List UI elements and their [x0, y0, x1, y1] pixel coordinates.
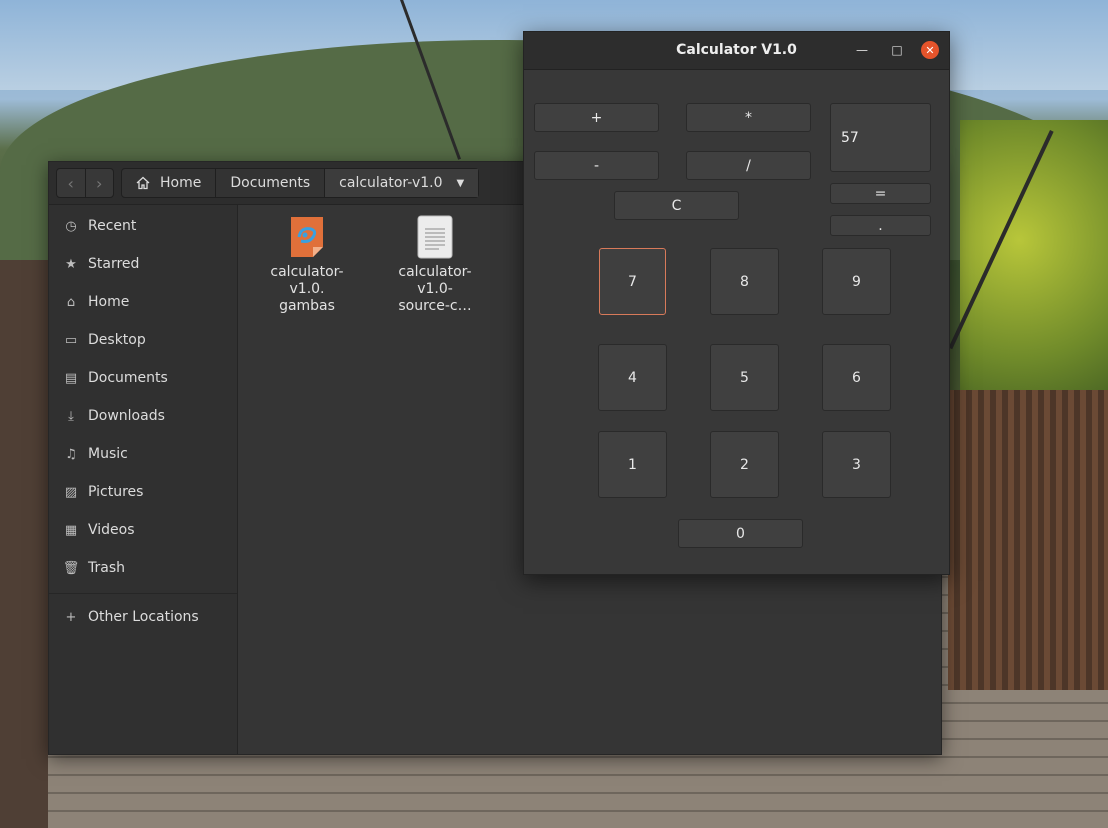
sidebar-item-label: Videos: [88, 522, 135, 538]
desktop-icon: ▭: [64, 332, 78, 348]
navigation-buttons: ‹ ›: [56, 168, 114, 198]
window-title: Calculator V1.0: [676, 42, 797, 58]
home-icon: [136, 176, 150, 190]
sidebar-item-desktop[interactable]: ▭ Desktop: [49, 321, 237, 359]
maximize-icon: □: [891, 43, 903, 57]
decimal-point-button[interactable]: .: [830, 215, 931, 236]
sidebar-item-starred[interactable]: ★ Starred: [49, 245, 237, 283]
chevron-right-icon: ›: [96, 173, 103, 193]
clock-icon: ◷: [65, 218, 77, 234]
sidebar-item-home[interactable]: ⌂ Home: [49, 283, 237, 321]
digit-6-button[interactable]: 6: [822, 344, 891, 411]
sidebar-item-recent[interactable]: ◷ Recent: [49, 207, 237, 245]
close-button[interactable]: ✕: [921, 41, 939, 59]
calculator-window: Calculator V1.0 — □ ✕ + * - / C 57 = . 7…: [523, 31, 950, 575]
equals-button[interactable]: =: [830, 183, 931, 204]
file-name-line: v1.0.: [289, 281, 325, 297]
forward-button[interactable]: ›: [84, 169, 114, 197]
wallpaper-bridge-rail: [948, 390, 1108, 690]
sidebar-item-label: Desktop: [88, 332, 146, 348]
digit-1-button[interactable]: 1: [598, 431, 667, 498]
chevron-down-icon: ▼: [456, 177, 465, 189]
file-name-line: v1.0-: [417, 281, 453, 297]
sidebar-item-other-locations[interactable]: + Other Locations: [49, 598, 237, 636]
file-name-line: source-c…: [398, 298, 472, 314]
text-file-icon: [417, 215, 453, 259]
sidebar-item-label: Other Locations: [88, 609, 199, 625]
gambas-file-icon: [289, 215, 325, 259]
places-sidebar: ◷ Recent ★ Starred ⌂ Home ▭ Desktop ▤ Documen…: [49, 205, 238, 754]
download-icon: ⤓: [68, 408, 74, 424]
back-button[interactable]: ‹: [57, 169, 85, 197]
file-item-source[interactable]: calculator- v1.0- source-c…: [389, 209, 481, 315]
sidebar-item-downloads[interactable]: ⤓ Downloads: [49, 397, 237, 435]
sidebar-item-trash[interactable]: 🗑 Trash: [49, 549, 237, 587]
sidebar-item-label: Pictures: [88, 484, 144, 500]
sidebar-item-pictures[interactable]: ▨ Pictures: [49, 473, 237, 511]
minus-button[interactable]: -: [534, 151, 659, 180]
file-name-line: calculator-: [270, 264, 344, 280]
video-icon: ▦: [64, 522, 78, 538]
minimize-icon: —: [856, 43, 868, 57]
divide-button[interactable]: /: [686, 151, 811, 180]
digit-8-button[interactable]: 8: [710, 248, 779, 315]
file-name-line: calculator-: [398, 264, 472, 280]
breadcrumb-home[interactable]: Home: [122, 169, 215, 197]
breadcrumb-label: calculator-v1.0: [339, 175, 443, 191]
sidebar-item-videos[interactable]: ▦ Videos: [49, 511, 237, 549]
digit-2-button[interactable]: 2: [710, 431, 779, 498]
digit-5-button[interactable]: 5: [710, 344, 779, 411]
file-item-gambas[interactable]: calculator- v1.0. gambas: [261, 209, 353, 315]
sidebar-item-label: Starred: [88, 256, 140, 272]
document-icon: ▤: [64, 370, 78, 386]
calculator-titlebar[interactable]: Calculator V1.0 — □ ✕: [524, 32, 949, 70]
sidebar-item-documents[interactable]: ▤ Documents: [49, 359, 237, 397]
breadcrumb-label: Home: [160, 175, 202, 191]
multiply-button[interactable]: *: [686, 103, 811, 132]
music-icon: ♫: [65, 446, 77, 462]
digit-7-button[interactable]: 7: [599, 248, 666, 315]
sidebar-item-label: Documents: [88, 370, 168, 386]
breadcrumb: Home Documents calculator-v1.0 ▼: [121, 168, 480, 198]
result-display[interactable]: 57: [830, 103, 931, 172]
breadcrumb-current-folder[interactable]: calculator-v1.0 ▼: [324, 169, 479, 197]
digit-9-button[interactable]: 9: [822, 248, 891, 315]
clear-button[interactable]: C: [614, 191, 739, 220]
sidebar-item-label: Downloads: [88, 408, 165, 424]
sidebar-divider: [49, 593, 237, 594]
file-name-line: gambas: [279, 298, 335, 314]
maximize-button[interactable]: □: [888, 41, 906, 59]
star-icon: ★: [65, 256, 77, 272]
chevron-left-icon: ‹: [67, 173, 74, 193]
picture-icon: ▨: [64, 484, 78, 500]
sidebar-item-label: Recent: [88, 218, 137, 234]
digit-4-button[interactable]: 4: [598, 344, 667, 411]
trash-icon: 🗑: [62, 560, 80, 576]
breadcrumb-documents[interactable]: Documents: [215, 169, 324, 197]
sidebar-item-label: Home: [88, 294, 130, 310]
sidebar-item-label: Music: [88, 446, 128, 462]
breadcrumb-label: Documents: [230, 175, 311, 191]
minimize-button[interactable]: —: [853, 41, 871, 59]
digit-0-button[interactable]: 0: [678, 519, 803, 548]
digit-3-button[interactable]: 3: [822, 431, 891, 498]
sidebar-item-music[interactable]: ♫ Music: [49, 435, 237, 473]
wallpaper-bridge-post: [0, 260, 48, 828]
home-icon: ⌂: [66, 294, 76, 310]
plus-button[interactable]: +: [534, 103, 659, 132]
sidebar-item-label: Trash: [88, 560, 125, 576]
close-icon: ✕: [925, 43, 935, 57]
plus-icon: +: [65, 609, 77, 625]
